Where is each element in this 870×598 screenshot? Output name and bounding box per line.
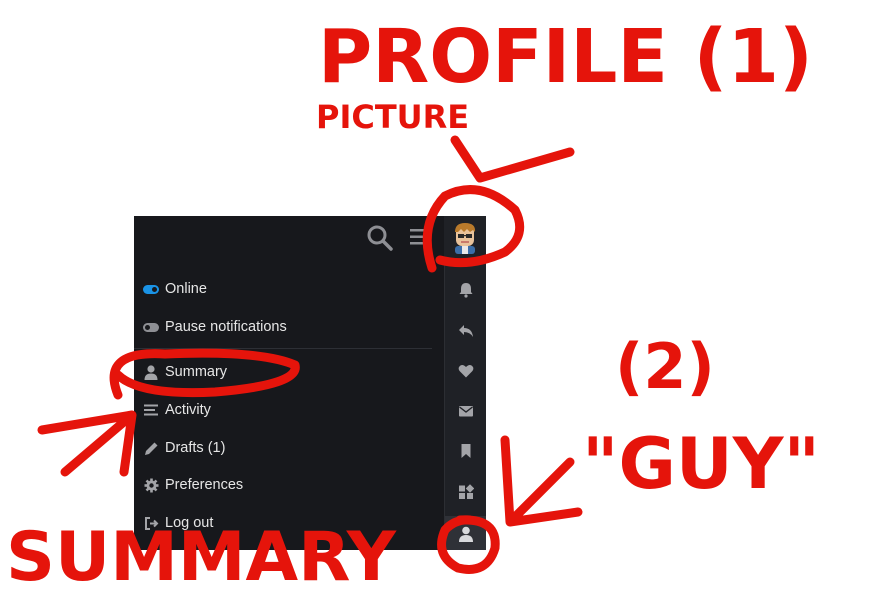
guy-annotation-arrow — [500, 435, 583, 527]
menu-item-label: Online — [165, 281, 207, 297]
user-menu: Online Pause notifications Summary Activ… — [134, 216, 434, 550]
reply-icon[interactable] — [458, 323, 474, 339]
logout-icon — [143, 515, 159, 531]
quick-access-rail — [444, 262, 486, 550]
avatar-annotation-arrow — [450, 135, 575, 183]
user-menu-panel: Online Pause notifications Summary Activ… — [134, 216, 486, 550]
menu-item-pause-notifications[interactable]: Pause notifications — [134, 309, 434, 345]
menu-item-preferences[interactable]: Preferences — [134, 467, 434, 503]
menu-item-drafts[interactable]: Drafts (1) — [134, 430, 434, 466]
profile-annotation-label: PROFILE (1) — [318, 14, 813, 100]
picture-annotation-label: PICTURE — [316, 98, 469, 136]
menu-item-label: Log out — [165, 515, 214, 531]
toggle-on-icon[interactable] — [143, 281, 159, 297]
avatar-button[interactable] — [444, 216, 486, 262]
guy-annotation-label: "GUY" — [582, 423, 820, 505]
menu-item-online[interactable]: Online — [134, 271, 434, 307]
menu-item-label: Activity — [165, 402, 211, 418]
gear-icon — [143, 477, 159, 493]
grid-icon[interactable] — [458, 484, 474, 500]
menu-item-summary[interactable]: Summary — [134, 354, 434, 390]
number-two-annotation-label: (2) — [615, 330, 715, 403]
menu-item-activity[interactable]: Activity — [134, 392, 434, 428]
user-icon[interactable] — [458, 526, 474, 542]
bookmark-icon[interactable] — [458, 443, 474, 459]
avatar-icon[interactable] — [452, 222, 478, 254]
toggle-off-icon[interactable] — [143, 319, 159, 335]
summary-annotation-arrow — [37, 410, 137, 477]
pencil-icon — [143, 440, 159, 456]
menu-divider — [134, 348, 432, 349]
menu-item-label: Summary — [165, 364, 228, 380]
menu-item-label: Drafts (1) — [165, 440, 226, 456]
list-icon — [143, 402, 159, 418]
heart-icon[interactable] — [458, 363, 474, 379]
menu-item-label: Pause notifications — [165, 319, 287, 335]
menu-item-label: Preferences — [165, 477, 244, 493]
user-icon — [143, 364, 159, 380]
bell-icon[interactable] — [458, 282, 474, 298]
envelope-icon[interactable] — [458, 403, 474, 419]
menu-item-log-out[interactable]: Log out — [134, 505, 434, 541]
